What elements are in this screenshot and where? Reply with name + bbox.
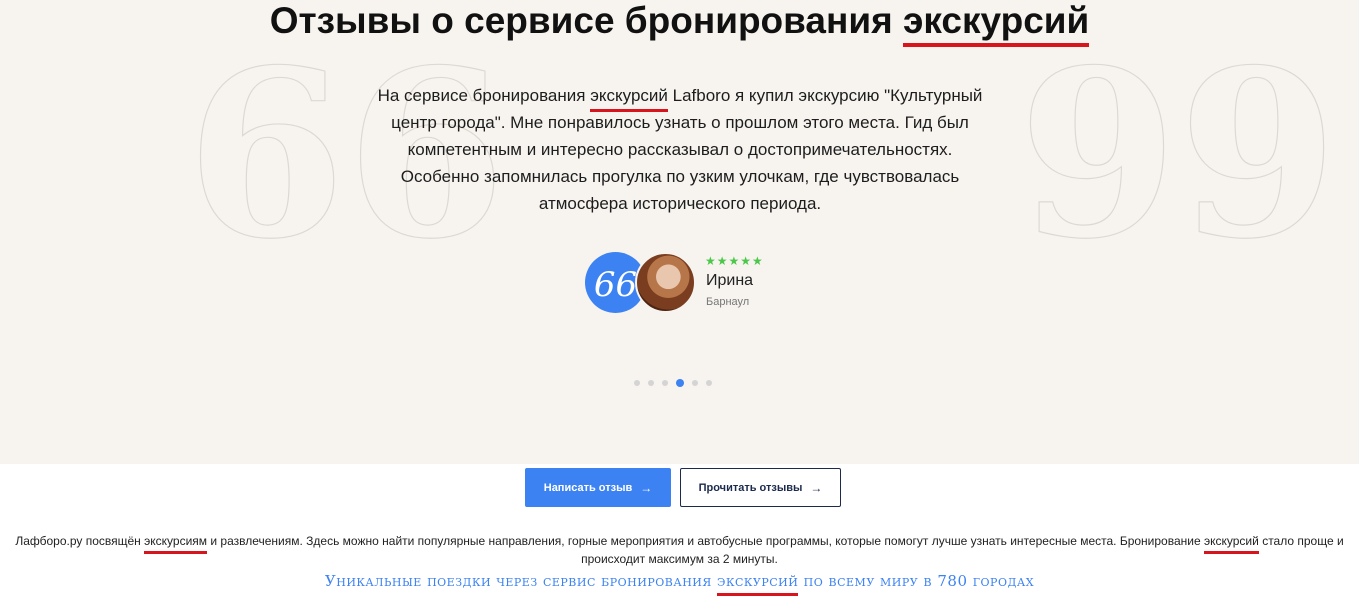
read-reviews-label: Прочитать отзывы (698, 481, 803, 494)
avatar (635, 252, 696, 313)
site-description: Лафборо.ру посвящён экскурсиям и развлеч… (12, 532, 1347, 568)
carousel-dot[interactable] (662, 380, 668, 386)
close-quote-icon: 99 (1017, 20, 1339, 290)
author-name: Ирина (706, 272, 754, 289)
rating-stars: ★★★★★ (705, 254, 764, 268)
carousel-dot[interactable] (692, 380, 698, 386)
description-part: Лафборо.ру посвящён (15, 534, 141, 548)
reviews-section: Отзывы о сервисе бронирования экскурсий … (0, 0, 1359, 464)
arrow-right-icon: → (810, 480, 823, 495)
review-text-part: На сервисе бронирования (377, 86, 586, 105)
carousel-dot[interactable] (676, 379, 684, 387)
tagline-highlight: экскурсий (717, 572, 799, 596)
tagline: Уникальные поездки через сервис брониров… (0, 570, 1359, 596)
carousel-dot[interactable] (706, 380, 712, 386)
arrow-right-icon: → (640, 480, 653, 495)
tagline-part: Уникальные поездки через сервис брониров… (324, 572, 712, 590)
write-review-button[interactable]: Написать отзыв → (525, 468, 671, 507)
author-city: Барнаул (706, 296, 750, 308)
description-highlight: экскурсиям (144, 534, 208, 554)
review-text-part: Lafboro я купил экскурсию "Культурный це… (391, 86, 983, 213)
carousel-pagination (634, 379, 712, 387)
review-text: На сервисе бронирования экскурсий Lafbor… (370, 82, 990, 217)
review-text-highlight: экскурсий (590, 82, 668, 112)
description-part: и развлечениям. Здесь можно найти популя… (210, 534, 1201, 548)
tagline-part: по всему миру в 780 городах (803, 572, 1035, 590)
carousel-dot[interactable] (634, 380, 640, 386)
carousel-dot[interactable] (648, 380, 654, 386)
write-review-label: Написать отзыв (543, 481, 633, 494)
read-reviews-button[interactable]: Прочитать отзывы → (680, 468, 841, 507)
description-highlight: экскурсий (1204, 534, 1259, 554)
